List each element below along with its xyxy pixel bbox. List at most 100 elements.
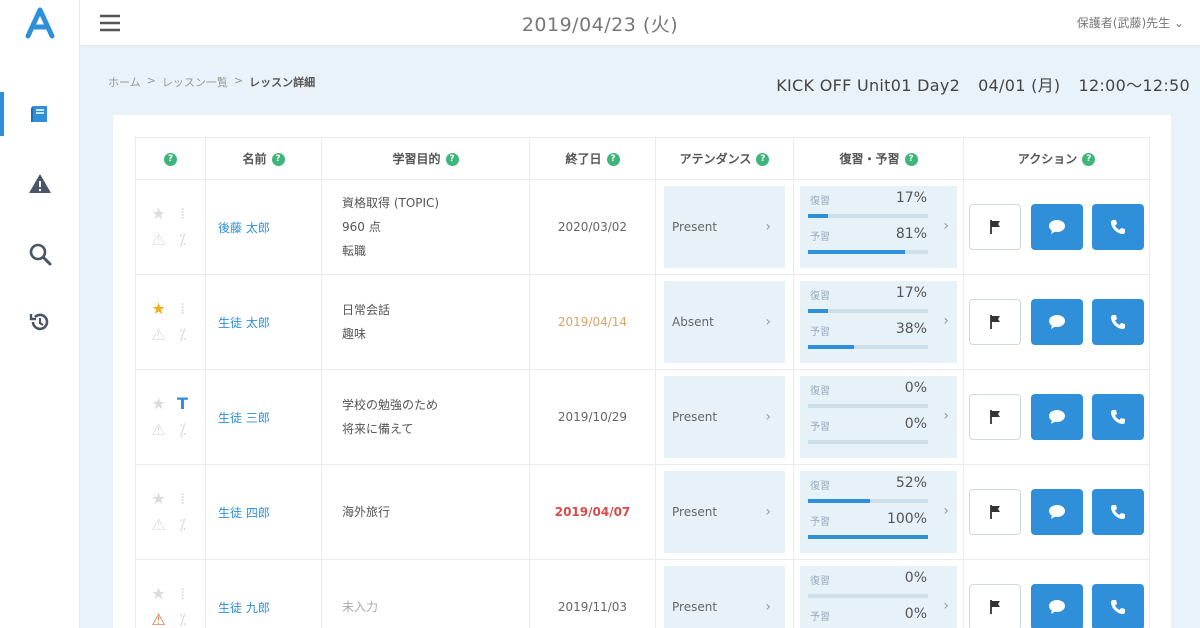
- nav-lessons[interactable]: [0, 92, 80, 136]
- flag-button[interactable]: [968, 394, 1021, 440]
- header-label: アテンダンス: [679, 152, 752, 166]
- student-name[interactable]: 生徒 四郎: [218, 506, 270, 520]
- actions-cell: [963, 464, 1150, 560]
- attendance-cell: Present ›: [655, 559, 794, 628]
- goal-cell: 日常会話 趣味: [321, 274, 530, 370]
- breadcrumb-lesson-list[interactable]: レッスン一覧: [162, 74, 228, 90]
- review-progress[interactable]: 復習 52% 予習 100% ›: [800, 471, 957, 553]
- flag-button[interactable]: [968, 584, 1021, 628]
- call-button[interactable]: [1092, 394, 1145, 440]
- user-menu[interactable]: 保護者(武藤)先生 ⌄: [1077, 14, 1184, 31]
- nav-search[interactable]: [0, 232, 80, 276]
- review-cell: 復習 17% 予習 81% ›: [793, 179, 964, 275]
- student-table: ? 名前? 学習目的? 終了日? アテンダンス? 復習・予習? アクション? ★…: [135, 137, 1150, 628]
- preview-label: 予習: [810, 612, 830, 623]
- message-button[interactable]: [1030, 489, 1083, 535]
- help-icon[interactable]: ?: [271, 153, 285, 166]
- attendance-select[interactable]: Present ›: [664, 376, 785, 458]
- review-label: 復習: [810, 291, 830, 302]
- note-marker-icon: ⁒: [178, 420, 187, 439]
- help-icon[interactable]: ?: [756, 153, 770, 166]
- help-icon[interactable]: ?: [164, 152, 177, 166]
- attendance-select[interactable]: Present ›: [664, 186, 785, 268]
- message-button[interactable]: [1030, 584, 1083, 628]
- call-button[interactable]: [1092, 584, 1145, 628]
- flag-button[interactable]: [968, 204, 1021, 250]
- attendance-cell: Present ›: [655, 179, 794, 275]
- call-button[interactable]: [1092, 204, 1145, 250]
- attendance-select[interactable]: Present ›: [664, 471, 785, 553]
- preview-progress-row: 予習 0%: [808, 416, 949, 452]
- attendance-status: Present: [672, 600, 718, 614]
- deadline-cell: 2019/10/29: [529, 369, 656, 465]
- review-progress-bar: [808, 214, 928, 218]
- breadcrumb-home[interactable]: ホーム: [108, 74, 141, 90]
- message-button[interactable]: [1030, 299, 1083, 345]
- review-progress[interactable]: 復習 0% 予習 0% ›: [800, 376, 957, 458]
- goal-line: 学校の勉強のため: [342, 398, 439, 412]
- header-deadline: 終了日?: [529, 137, 656, 180]
- review-progress[interactable]: 復習 17% 予習 81% ›: [800, 186, 957, 268]
- star-icon[interactable]: ★: [147, 299, 171, 319]
- help-icon[interactable]: ?: [606, 153, 620, 166]
- actions-cell: [963, 179, 1150, 275]
- student-name-link[interactable]: 生徒 太郎: [205, 274, 322, 370]
- star-icon[interactable]: ★: [147, 489, 171, 509]
- student-name[interactable]: 生徒 三郎: [218, 411, 270, 425]
- help-icon[interactable]: ?: [1082, 153, 1096, 166]
- flag-button[interactable]: [968, 489, 1021, 535]
- call-button[interactable]: [1092, 489, 1145, 535]
- student-name[interactable]: 生徒 九郎: [218, 601, 270, 615]
- student-name[interactable]: 後藤 太郎: [218, 221, 270, 235]
- header-status: ?: [135, 137, 206, 180]
- attendance-status: Present: [672, 505, 718, 519]
- header-goal: 学習目的?: [321, 137, 530, 180]
- student-name[interactable]: 生徒 太郎: [218, 316, 270, 330]
- breadcrumb-current: レッスン詳細: [249, 76, 316, 89]
- attendance-cell: Absent ›: [655, 274, 794, 370]
- warning-icon: ⚠: [151, 230, 166, 249]
- message-button[interactable]: [1030, 394, 1083, 440]
- goal-line: 未入力: [342, 600, 379, 614]
- star-icon[interactable]: ★: [147, 584, 171, 604]
- review-progress[interactable]: 復習 0% 予習 0% ›: [800, 566, 957, 628]
- nav-history[interactable]: [0, 300, 80, 344]
- deadline-date: 2019/10/29: [557, 410, 628, 424]
- lesson-time: 12:00～12:50: [1078, 76, 1190, 95]
- student-name-link[interactable]: 生徒 三郎: [205, 369, 322, 465]
- preview-percent: 81%: [895, 226, 927, 242]
- student-name-link[interactable]: 後藤 太郎: [205, 179, 322, 275]
- student-table-card: ? 名前? 学習目的? 終了日? アテンダンス? 復習・予習? アクション? ★…: [113, 115, 1171, 628]
- attendance-status: Present: [672, 220, 718, 234]
- current-date: 2019/04/23 (火): [521, 14, 679, 36]
- star-icon[interactable]: ★: [147, 394, 171, 414]
- preview-progress-bar: [808, 535, 928, 539]
- help-icon[interactable]: ?: [904, 153, 918, 166]
- warning-icon: ⚠: [151, 610, 166, 628]
- review-progress-row: 復習 0%: [808, 570, 949, 606]
- attendance-status: Absent: [672, 315, 714, 329]
- star-icon[interactable]: ★: [147, 204, 171, 224]
- chevron-right-icon: ›: [943, 408, 949, 424]
- lesson-info: KICK OFF Unit01 Day2 04/01 (月) 12:00～12:50: [776, 72, 1190, 96]
- call-button[interactable]: [1092, 299, 1145, 345]
- student-name-link[interactable]: 生徒 九郎: [205, 559, 322, 628]
- table-row: ★ ⁞ ⚠ ⁒ 生徒 太郎 日常会話 趣味 2019/04/14 Absent ›…: [135, 274, 1150, 370]
- review-progress[interactable]: 復習 17% 予習 38% ›: [800, 281, 957, 363]
- preview-progress-row: 予習 81%: [808, 226, 949, 262]
- student-name-link[interactable]: 生徒 四郎: [205, 464, 322, 560]
- header-label: 名前: [242, 152, 267, 166]
- attendance-select[interactable]: Absent ›: [664, 281, 785, 363]
- status-cell: ★ ⁞ ⚠ ⁒: [135, 179, 206, 275]
- help-icon[interactable]: ?: [445, 153, 459, 166]
- flag-button[interactable]: [968, 299, 1021, 345]
- note-marker-icon: ⁒: [178, 230, 187, 249]
- message-button[interactable]: [1030, 204, 1083, 250]
- attendance-status: Present: [672, 410, 718, 424]
- nav-alerts[interactable]: [0, 162, 80, 206]
- app-logo-icon[interactable]: [22, 6, 58, 42]
- attendance-select[interactable]: Present ›: [664, 566, 785, 628]
- chevron-right-icon: ›: [943, 598, 949, 614]
- alt-marker-icon: ⁞: [179, 299, 186, 318]
- review-progress-row: 復習 17%: [808, 285, 949, 321]
